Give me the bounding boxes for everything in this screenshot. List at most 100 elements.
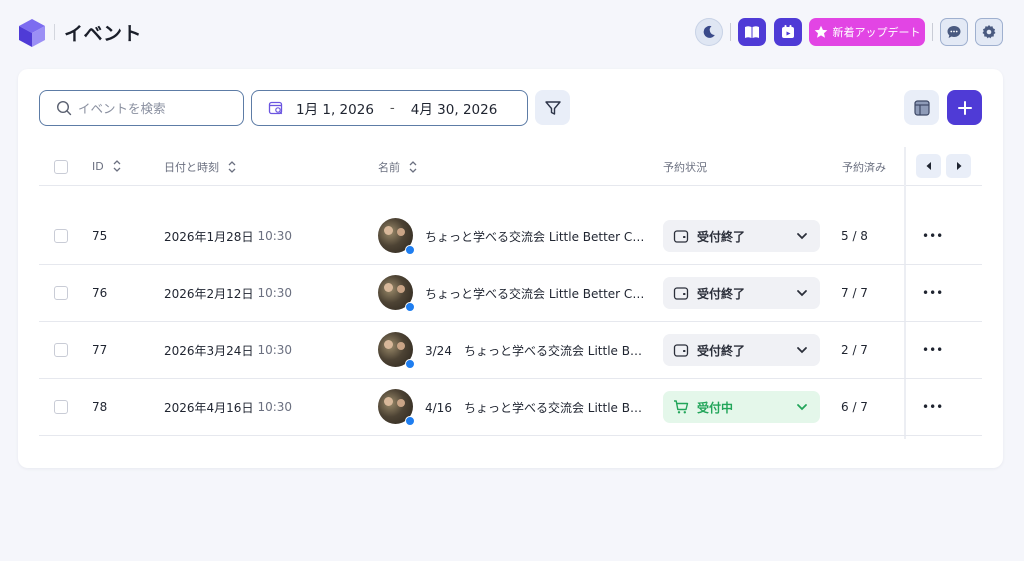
chevron-down-icon <box>797 233 807 240</box>
search-input[interactable] <box>78 100 228 116</box>
status-dropdown[interactable]: 受付終了 <box>663 220 820 252</box>
chat-icon <box>947 26 961 38</box>
star-icon <box>814 25 827 38</box>
moon-icon <box>703 25 715 38</box>
add-event-button[interactable] <box>947 90 982 125</box>
header-divider <box>932 23 933 41</box>
status-dropdown[interactable]: 受付終了 <box>663 277 820 309</box>
row-datetime: 2026年3月24日 10:30 <box>164 322 292 378</box>
row-name-cell: ちょっと学べる交流会 Little Better Cafe <box>425 265 645 321</box>
date-start: 1月 1, 2026 <box>296 102 374 118</box>
table-row[interactable]: 76 2026年2月12日 10:30 ちょっと学べる交流会 Little Bet… <box>39 265 982 322</box>
column-layout-button[interactable] <box>904 90 939 125</box>
row-time: 10:30 <box>257 343 293 357</box>
row-name[interactable]: 3/24 ちょっと学べる交流会 Little Better Cafe <box>425 342 645 359</box>
cube-logo-icon[interactable] <box>18 18 46 48</box>
row-name[interactable]: ちょっと学べる交流会 Little Better Cafe <box>425 228 645 245</box>
column-header-label: 予約済み <box>842 161 886 174</box>
filter-icon <box>544 100 561 115</box>
row-datetime: 2026年4月16日 10:30 <box>164 379 292 435</box>
scroll-left-button[interactable] <box>916 154 941 178</box>
avatar-status-dot <box>405 302 415 312</box>
new-updates-button[interactable]: 新着アップデート <box>809 18 925 46</box>
row-datetime: 2026年1月28日 10:30 <box>164 208 292 264</box>
table-row[interactable]: 78 2026年4月16日 10:30 4/16 ちょっと学べる交流会 Littl… <box>39 379 982 436</box>
column-header-id[interactable]: ID <box>92 159 122 173</box>
layout-icon <box>913 99 930 116</box>
page-title: イベント <box>64 23 143 45</box>
select-all-checkbox[interactable] <box>54 160 68 174</box>
column-header-datetime[interactable]: 日付と時刻 <box>164 159 237 175</box>
sort-icon <box>113 160 121 172</box>
header-divider <box>730 23 731 41</box>
row-time: 10:30 <box>257 286 293 300</box>
row-more-button[interactable]: ••• <box>922 208 943 264</box>
chevron-down-icon <box>797 347 807 354</box>
chat-button[interactable] <box>940 18 968 46</box>
theme-toggle-button[interactable] <box>695 18 723 46</box>
table-row[interactable]: 77 2026年3月24日 10:30 3/24 ちょっと学べる交流会 Littl… <box>39 322 982 379</box>
logo-divider <box>54 24 55 40</box>
row-checkbox[interactable] <box>54 343 68 357</box>
settings-button[interactable] <box>975 18 1003 46</box>
column-header-booked: 予約済み <box>842 159 886 175</box>
caret-left-icon <box>926 162 931 170</box>
table-header-divider <box>39 185 982 186</box>
search-icon <box>56 100 72 116</box>
gear-icon <box>982 25 996 39</box>
row-checkbox[interactable] <box>54 286 68 300</box>
book-icon <box>745 26 759 38</box>
status-dropdown[interactable]: 受付中 <box>663 391 820 423</box>
avatar-status-dot <box>405 245 415 255</box>
column-header-name[interactable]: 名前 <box>378 159 418 175</box>
status-label: 受付終了 <box>697 229 746 244</box>
filter-button[interactable] <box>535 90 570 125</box>
row-checkbox-cell <box>54 265 68 321</box>
date-range-picker[interactable]: 1月 1, 2026 - 4月 30, 2026 <box>251 90 528 126</box>
row-time: 10:30 <box>257 229 293 243</box>
status-dropdown[interactable]: 受付終了 <box>663 334 820 366</box>
row-booked: 2 / 7 <box>841 343 868 357</box>
row-booked: 5 / 8 <box>841 229 868 243</box>
row-checkbox-cell <box>54 379 68 435</box>
row-more-button[interactable]: ••• <box>922 322 943 378</box>
avatar-status-dot <box>405 416 415 426</box>
date-end: 4月 30, 2026 <box>410 102 498 118</box>
table-row[interactable]: 75 2026年1月28日 10:30 ちょっと学べる交流会 Little Bet… <box>39 208 982 265</box>
sort-icon <box>409 161 417 173</box>
scroll-right-button[interactable] <box>946 154 971 178</box>
column-header-label: 名前 <box>378 161 400 174</box>
row-name-cell: ちょっと学べる交流会 Little Better Cafe <box>425 208 645 264</box>
wallet-icon <box>673 230 689 243</box>
row-checkbox-cell <box>54 208 68 264</box>
docs-button[interactable] <box>738 18 766 46</box>
date-separator: - <box>389 100 395 116</box>
row-more-button[interactable]: ••• <box>922 265 943 321</box>
column-header-label: 予約状況 <box>663 161 707 174</box>
app-header: イベント 新着アップデート <box>0 0 1024 64</box>
row-id: 78 <box>92 400 108 414</box>
row-date: 2026年3月24日 <box>164 343 254 358</box>
row-date: 2026年2月12日 <box>164 286 254 301</box>
calendar-button[interactable] <box>774 18 802 46</box>
calendar-search-icon <box>268 101 283 115</box>
sort-icon <box>228 161 236 173</box>
column-header-label: ID <box>92 159 104 173</box>
new-updates-label: 新着アップデート <box>832 26 921 39</box>
column-header-status: 予約状況 <box>663 159 707 175</box>
search-field[interactable] <box>39 90 244 126</box>
status-label: 受付中 <box>697 400 734 415</box>
row-more-button[interactable]: ••• <box>922 379 943 435</box>
row-checkbox[interactable] <box>54 400 68 414</box>
row-name-cell: 4/16 ちょっと学べる交流会 Little Better Cafe <box>425 379 645 435</box>
row-datetime: 2026年2月12日 10:30 <box>164 265 292 321</box>
events-card: 1月 1, 2026 - 4月 30, 2026 ID 日付と時刻 名前 予 <box>18 69 1003 468</box>
row-name[interactable]: 4/16 ちょっと学べる交流会 Little Better Cafe <box>425 399 645 416</box>
calendar-icon <box>782 25 794 38</box>
row-checkbox[interactable] <box>54 229 68 243</box>
wallet-icon <box>673 287 689 300</box>
avatar-status-dot <box>405 359 415 369</box>
row-name[interactable]: ちょっと学べる交流会 Little Better Cafe <box>425 285 645 302</box>
wallet-icon <box>673 344 689 357</box>
row-booked: 6 / 7 <box>841 400 868 414</box>
